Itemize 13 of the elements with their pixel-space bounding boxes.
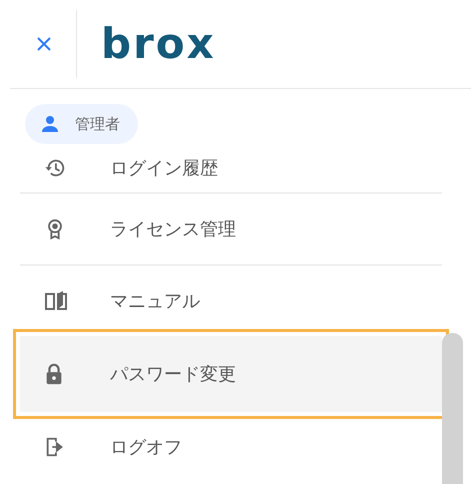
menu-item[interactable]: マニュアル <box>20 266 442 336</box>
lock-icon <box>44 363 64 385</box>
menu-item[interactable]: パスワード変更 <box>20 336 442 412</box>
user-chip[interactable]: 管理者 <box>25 104 138 144</box>
logo: brox <box>101 23 216 65</box>
book-icon <box>44 290 68 312</box>
menu-item[interactable]: ライセンス管理 <box>20 194 442 266</box>
close-icon <box>36 36 52 52</box>
menu-item[interactable]: ログオフ <box>20 412 442 482</box>
user-icon <box>41 115 59 133</box>
menu-item[interactable]: ログイン履歴 <box>20 144 442 194</box>
history-icon <box>44 157 66 179</box>
scrollbar[interactable] <box>442 333 463 484</box>
